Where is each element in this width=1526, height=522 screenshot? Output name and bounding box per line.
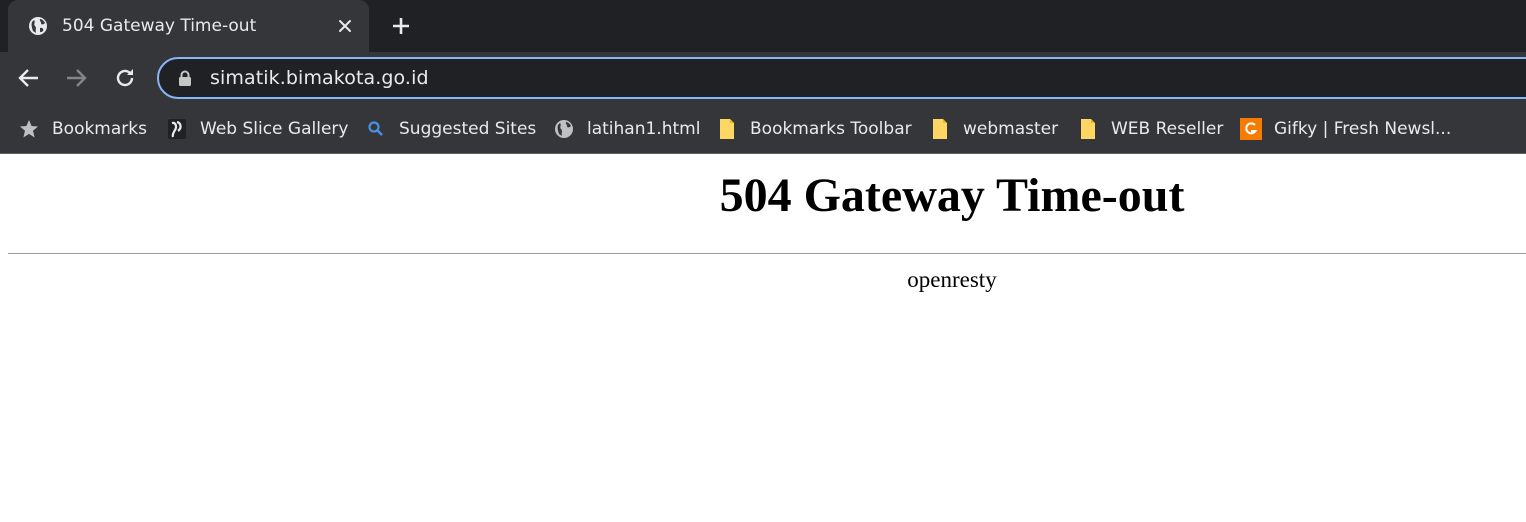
back-button[interactable] [13,62,45,94]
bookmarks-bar: Bookmarks Web Slice Gallery Suggested Si… [0,104,1526,154]
gifky-icon [1240,118,1262,140]
server-name: openresty [907,267,997,292]
bookmark-folder-webmaster[interactable]: webmaster [929,116,1058,142]
arrow-left-icon [18,69,38,87]
globe-icon [27,15,49,37]
page-content: 504 Gateway Time-out openresty [0,154,1526,522]
bookmark-label: WEB Reseller [1111,119,1224,139]
folder-icon [716,118,738,140]
close-icon[interactable] [333,14,357,38]
bookmark-label: Web Slice Gallery [200,119,349,139]
tab-active[interactable]: 504 Gateway Time-out [8,0,369,52]
globe-icon [553,118,575,140]
folder-icon [929,118,951,140]
tab-title: 504 Gateway Time-out [62,16,257,36]
tab-strip: 504 Gateway Time-out [0,0,1526,52]
star-icon [18,118,40,140]
bookmark-gifky[interactable]: Gifky | Fresh Newsl... [1240,116,1451,142]
browser-chrome: 504 Gateway Time-out simatik.bimakota.go… [0,0,1526,154]
bookmark-suggested-sites[interactable]: Suggested Sites [365,116,536,142]
divider [8,253,1526,254]
reload-button[interactable] [109,62,141,94]
url-text: simatik.bimakota.go.id [210,67,429,89]
bookmark-label: Suggested Sites [399,119,537,139]
bookmark-label: Bookmarks [52,119,147,139]
toolbar: simatik.bimakota.go.id [0,52,1526,104]
new-tab-button[interactable] [386,12,416,40]
folder-icon [1077,118,1099,140]
bookmark-folder-bookmarks-toolbar[interactable]: Bookmarks Toolbar [716,116,912,142]
bookmark-label: Gifky | Fresh Newsl... [1274,119,1452,139]
lock-icon[interactable] [178,69,194,87]
reload-icon [116,69,134,87]
plus-icon [393,18,409,34]
bookmark-web-slice-gallery[interactable]: Web Slice Gallery [166,116,348,142]
bookmark-label: webmaster [963,119,1059,139]
bookmark-label: latihan1.html [587,119,701,139]
forward-button[interactable] [60,62,92,94]
page-title: 504 Gateway Time-out [719,169,1185,222]
bookmark-folder-web-reseller[interactable]: WEB Reseller [1077,116,1223,142]
arrow-right-icon [67,69,87,87]
address-bar[interactable]: simatik.bimakota.go.id [157,57,1526,99]
bookmark-label: Bookmarks Toolbar [750,119,912,139]
bookmark-bookmarks[interactable]: Bookmarks [18,116,147,142]
search-icon [365,118,387,140]
bookmark-latihan1[interactable]: latihan1.html [553,116,700,142]
web-slice-icon [166,118,188,140]
